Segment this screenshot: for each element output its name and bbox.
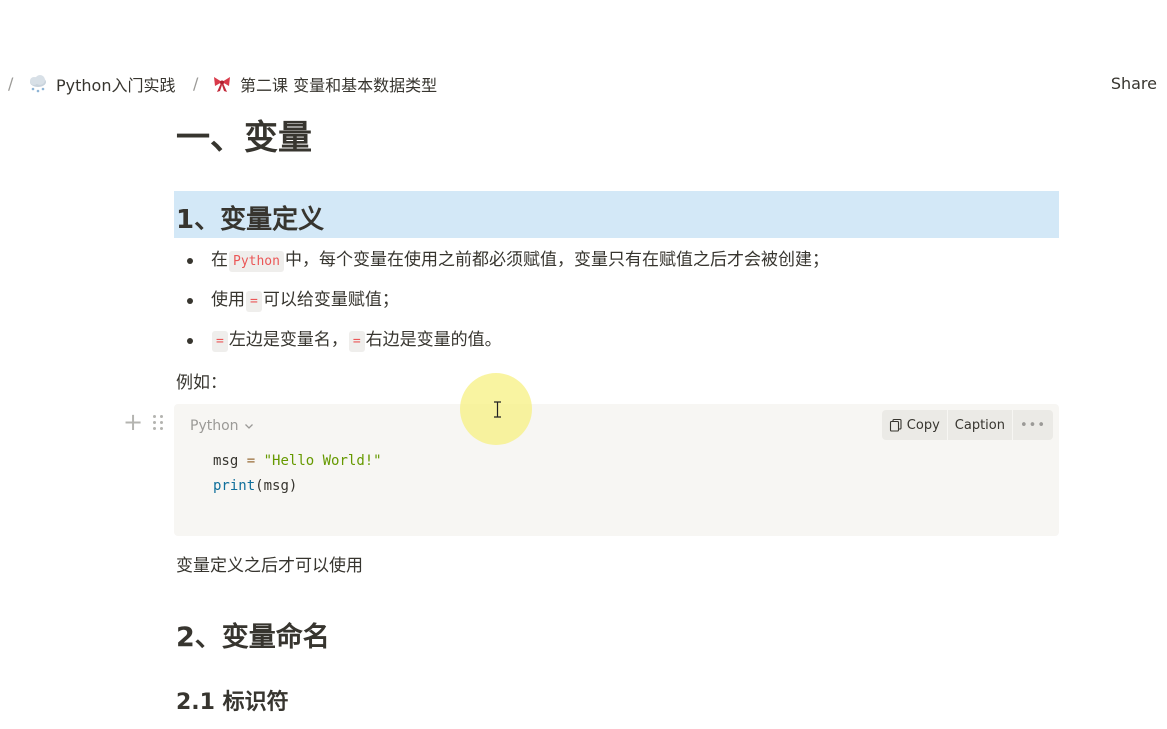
example-label: 例如： [176, 373, 227, 393]
bullet-text: 右边是变量的值。 [365, 330, 502, 350]
copy-label: Copy [906, 417, 940, 433]
code-line: print(msg) [213, 474, 382, 499]
bullet-text: 在 [211, 250, 228, 270]
heading-identifier: 2.1 标识符 [176, 690, 289, 715]
breadcrumb-separator: / [8, 74, 14, 93]
page-heading-variables: 一、变量 [176, 118, 312, 158]
code-identifier: msg [213, 453, 239, 469]
heading-variable-definition-block[interactable]: 1、变量定义 [174, 191, 1059, 238]
breadcrumb-label: Python入门实践 [56, 76, 176, 95]
caption-button[interactable]: Caption [948, 410, 1013, 440]
text-cursor-icon [494, 401, 501, 418]
breadcrumb-label: 第二课 变量和基本数据类型 [240, 76, 438, 95]
list-item: 使用 = 可以给变量赋值； [176, 286, 1059, 326]
drag-handle-icon[interactable] [152, 414, 166, 432]
code-string: "Hello World!" [263, 453, 382, 469]
heading-variable-definition: 1、变量定义 [176, 205, 325, 235]
code-block[interactable]: Python Copy Caption ••• msg = "Hello Wor… [174, 404, 1059, 536]
caption-label: Caption [954, 417, 1005, 433]
more-options-button[interactable]: ••• [1013, 410, 1053, 440]
more-icon: ••• [1019, 417, 1046, 433]
copy-button[interactable]: Copy [882, 410, 948, 440]
code-language-label: Python [190, 418, 239, 434]
add-block-icon[interactable]: + [123, 410, 143, 434]
breadcrumb-item-lesson-two[interactable]: 第二课 变量和基本数据类型 [212, 72, 437, 96]
heading-variable-naming: 2、变量命名 [176, 622, 330, 653]
code-operator: = [246, 453, 256, 469]
snow-cloud-icon [28, 74, 48, 94]
ribbon-bow-icon [212, 74, 232, 94]
list-item: 在 Python 中，每个变量在使用之前都必须赋值，变量只有在赋值之后才会被创建； [176, 246, 1059, 286]
code-content[interactable]: msg = "Hello World!" print(msg) [213, 449, 382, 499]
inline-code: Python [229, 251, 284, 272]
code-language-selector[interactable]: Python [190, 418, 255, 434]
breadcrumb-separator: / [193, 74, 199, 93]
bullet-text: 可以给变量赋值； [262, 290, 399, 310]
code-toolbar: Copy Caption ••• [881, 410, 1053, 440]
breadcrumb-item-python-course[interactable]: Python入门实践 [28, 72, 175, 96]
inline-code: = [246, 291, 262, 312]
bullet-text: 使用 [211, 290, 245, 310]
code-arguments: (msg) [255, 478, 298, 494]
bullet-text: 中，每个变量在使用之前都必须赋值，变量只有在赋值之后才会被创建； [284, 250, 829, 270]
inline-code: = [212, 331, 228, 352]
code-line: msg = "Hello World!" [213, 449, 382, 474]
code-function: print [213, 478, 256, 494]
top-bar: / Python入门实践 / 第二课 变量和基本数据类型 Share [0, 68, 1167, 100]
copy-icon [889, 418, 902, 432]
paragraph-after-code: 变量定义之后才可以使用 [176, 556, 363, 576]
bullet-text: 左边是变量名， [228, 330, 348, 350]
list-item: = 左边是变量名， = 右边是变量的值。 [176, 326, 1059, 366]
bullet-list: 在 Python 中，每个变量在使用之前都必须赋值，变量只有在赋值之后才会被创建； … [176, 246, 1059, 366]
inline-code: = [348, 331, 365, 352]
share-button[interactable]: Share [1111, 74, 1157, 93]
chevron-down-icon [244, 424, 253, 429]
